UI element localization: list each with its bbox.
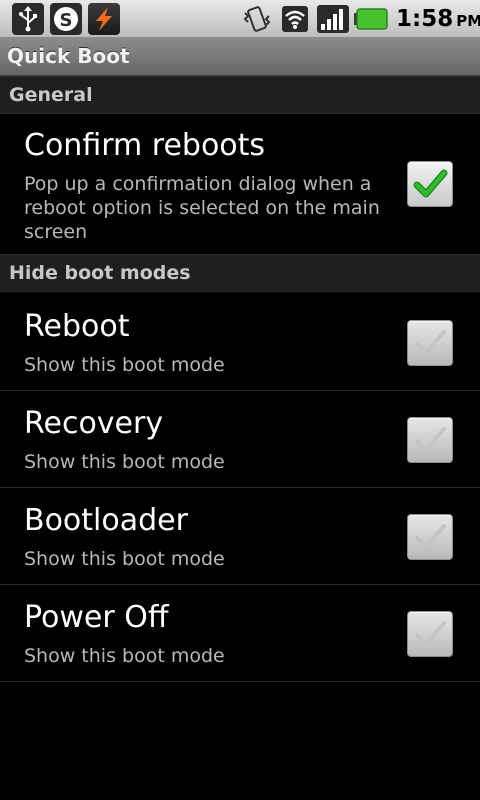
confirm-reboots-checkbox[interactable] (407, 161, 453, 207)
category-general: General (0, 76, 480, 114)
checkmark-icon (413, 169, 448, 198)
lightning-app-icon (88, 3, 120, 35)
status-bar: S 1:58 PM (0, 0, 480, 38)
pref-summary: Show this boot mode (24, 548, 225, 570)
battery-icon (354, 8, 388, 34)
pref-title: Bootloader (24, 503, 188, 538)
pref-confirm-reboots[interactable]: Confirm reboots Pop up a confirmation di… (0, 114, 480, 255)
title-bar: Quick Boot (0, 38, 480, 76)
pref-title: Recovery (24, 406, 164, 441)
checkmark-icon (415, 330, 446, 355)
category-label: General (9, 84, 93, 106)
pref-summary: Show this boot mode (24, 645, 225, 667)
category-hide-boot-modes: Hide boot modes (0, 254, 480, 292)
pref-summary: Pop up a confirmation dialog when a rebo… (24, 173, 380, 243)
pref-summary: Show this boot mode (24, 451, 225, 473)
checkmark-icon (415, 427, 446, 452)
checkmark-icon (415, 524, 446, 549)
svg-text:S: S (60, 10, 73, 31)
pref-recovery[interactable]: Recovery Show this boot mode (0, 391, 480, 488)
clock: 1:58 PM (396, 6, 480, 32)
app-title: Quick Boot (7, 44, 130, 68)
skype-icon: S (50, 3, 82, 35)
vibrate-icon (242, 4, 272, 38)
pref-title: Reboot (24, 309, 130, 344)
checkmark-icon (415, 621, 446, 646)
category-label: Hide boot modes (9, 262, 191, 284)
reboot-checkbox[interactable] (407, 320, 453, 366)
pref-title: Power Off (24, 600, 169, 635)
recovery-checkbox[interactable] (407, 417, 453, 463)
wifi-icon (280, 4, 310, 38)
pref-summary: Show this boot mode (24, 354, 225, 376)
pref-title: Confirm reboots (24, 128, 266, 163)
signal-icon (316, 4, 350, 38)
power-off-checkbox[interactable] (407, 611, 453, 657)
usb-icon (12, 3, 44, 35)
pref-power-off[interactable]: Power Off Show this boot mode (0, 585, 480, 682)
pref-reboot[interactable]: Reboot Show this boot mode (0, 293, 480, 391)
pref-bootloader[interactable]: Bootloader Show this boot mode (0, 488, 480, 585)
bootloader-checkbox[interactable] (407, 514, 453, 560)
